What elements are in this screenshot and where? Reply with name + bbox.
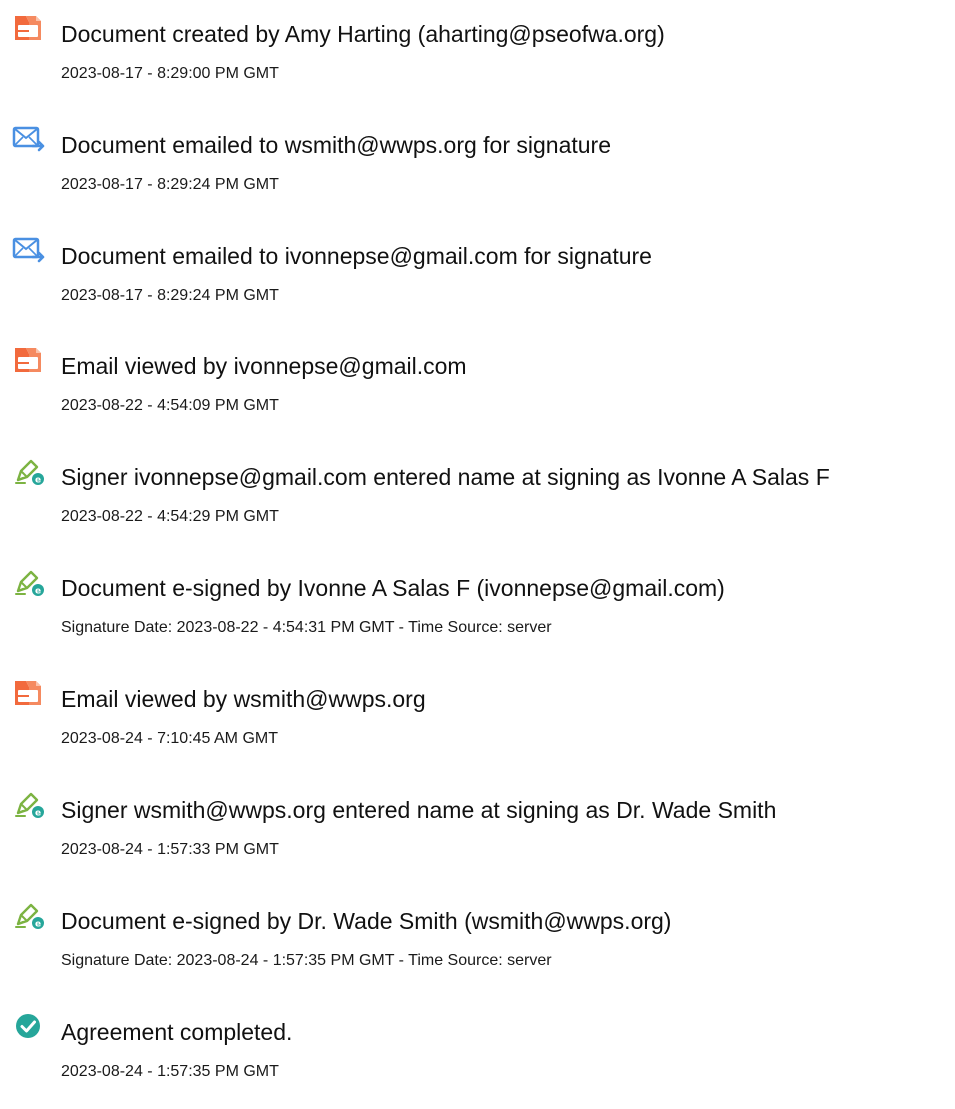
event-timestamp: 2023-08-24 - 1:57:33 PM GMT <box>61 841 279 858</box>
audit-log: Document created by Amy Harting (ahartin… <box>0 0 955 1109</box>
event-timestamp: 2023-08-24 - 1:57:35 PM GMT <box>61 1063 279 1080</box>
audit-event: e Document e-signed by Dr. Wade Smith (w… <box>0 899 955 989</box>
document-icon <box>12 13 48 43</box>
event-title: Email viewed by wsmith@wwps.org <box>61 686 426 712</box>
audit-event: e Document e-signed by Ivonne A Salas F … <box>0 566 955 656</box>
audit-event: e Signer ivonnepse@gmail.com entered nam… <box>0 455 955 545</box>
event-title: Document emailed to wsmith@wwps.org for … <box>61 132 612 158</box>
event-title: Document emailed to ivonnepse@gmail.com … <box>61 243 652 269</box>
e-sign-pen-icon: e <box>12 567 48 597</box>
audit-event: Email viewed by ivonnepse@gmail.com 2023… <box>0 344 955 434</box>
email-sent-icon <box>12 235 48 265</box>
event-timestamp: 2023-08-22 - 4:54:09 PM GMT <box>61 397 279 414</box>
event-timestamp: 2023-08-17 - 8:29:24 PM GMT <box>61 176 279 193</box>
event-timestamp: 2023-08-17 - 8:29:24 PM GMT <box>61 287 279 304</box>
audit-event: Document emailed to ivonnepse@gmail.com … <box>0 234 955 324</box>
event-timestamp: 2023-08-22 - 4:54:29 PM GMT <box>61 508 279 525</box>
event-timestamp: Signature Date: 2023-08-22 - 4:54:31 PM … <box>61 619 552 636</box>
svg-text:e: e <box>35 476 41 486</box>
event-title: Agreement completed. <box>61 1019 293 1045</box>
e-sign-pen-icon: e <box>12 789 48 819</box>
event-title: Email viewed by ivonnepse@gmail.com <box>61 353 467 379</box>
event-timestamp: Signature Date: 2023-08-24 - 1:57:35 PM … <box>61 952 552 969</box>
event-title: Signer ivonnepse@gmail.com entered name … <box>61 464 830 490</box>
document-icon <box>12 345 48 375</box>
svg-text:e: e <box>35 587 41 597</box>
event-title: Signer wsmith@wwps.org entered name at s… <box>61 797 777 823</box>
audit-event: e Signer wsmith@wwps.org entered name at… <box>0 788 955 878</box>
audit-event: Document emailed to wsmith@wwps.org for … <box>0 123 955 213</box>
e-sign-pen-icon: e <box>12 456 48 486</box>
event-timestamp: 2023-08-17 - 8:29:00 PM GMT <box>61 65 279 82</box>
document-icon <box>12 678 48 708</box>
event-title: Document e-signed by Dr. Wade Smith (wsm… <box>61 908 672 934</box>
event-title: Document e-signed by Ivonne A Salas F (i… <box>61 575 725 601</box>
svg-text:e: e <box>35 809 41 819</box>
event-title: Document created by Amy Harting (ahartin… <box>61 21 665 47</box>
svg-text:e: e <box>35 920 41 930</box>
event-timestamp: 2023-08-24 - 7:10:45 AM GMT <box>61 730 278 747</box>
checkmark-circle-icon <box>12 1011 48 1041</box>
e-sign-pen-icon: e <box>12 900 48 930</box>
audit-event: Email viewed by wsmith@wwps.org 2023-08-… <box>0 677 955 767</box>
audit-event: Agreement completed. 2023-08-24 - 1:57:3… <box>0 1010 955 1100</box>
audit-event: Document created by Amy Harting (ahartin… <box>0 12 955 102</box>
email-sent-icon <box>12 124 48 154</box>
